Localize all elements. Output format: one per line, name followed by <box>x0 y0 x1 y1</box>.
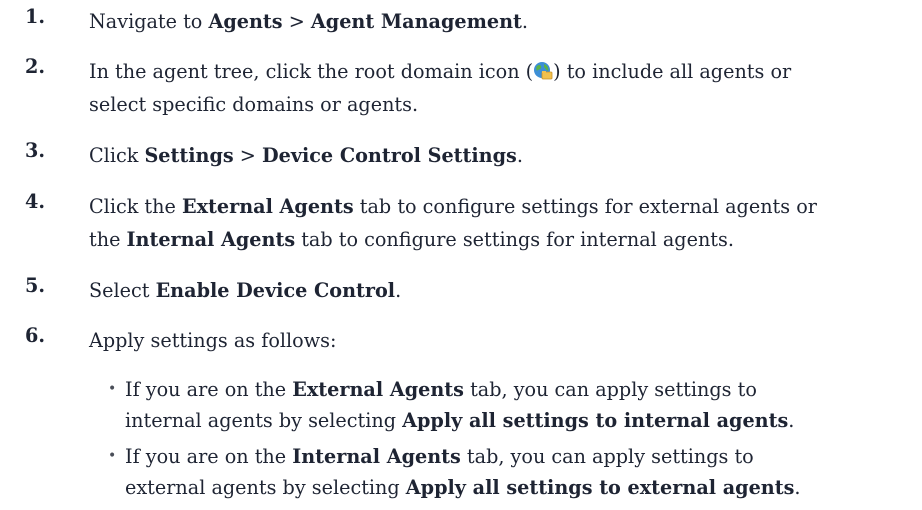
step-number: 6. <box>25 324 46 347</box>
bullet-text: If you are on the External Agents tab, y… <box>125 378 795 432</box>
step-text: In the agent tree, click the root domain… <box>89 60 792 116</box>
step-text: Click the External Agents tab to configu… <box>89 195 817 251</box>
menu-device-control-settings: Device Control Settings <box>261 144 517 167</box>
bullet: • <box>108 381 117 397</box>
option-enable-device-control: Enable Device Control <box>155 279 396 302</box>
step-text: Click Settings > Device Control Settings… <box>89 144 523 167</box>
step-text: Navigate to Agents > Agent Management. <box>89 10 529 33</box>
step-number: 4. <box>25 190 46 213</box>
step-number: 1. <box>25 5 46 28</box>
bullet: • <box>108 448 117 464</box>
menu-agents: Agents <box>208 10 283 33</box>
tab-internal-agents: Internal Agents <box>126 228 296 251</box>
bullet-text: If you are on the Internal Agents tab, y… <box>125 445 801 499</box>
tab-internal-agents: Internal Agents <box>292 445 461 468</box>
menu-agent-management: Agent Management <box>310 10 522 33</box>
step-number: 3. <box>25 139 46 162</box>
option-apply-to-internal: Apply all settings to internal agents <box>402 409 789 432</box>
tab-external-agents: External Agents <box>181 195 354 218</box>
step-number: 2. <box>25 55 46 78</box>
step-text: Apply settings as follows: <box>89 329 337 352</box>
step-number: 5. <box>25 274 46 297</box>
globe-folder-icon <box>534 62 553 80</box>
menu-settings: Settings <box>144 144 234 167</box>
procedure-steps: 1. Navigate to Agents > Agent Management… <box>0 0 922 510</box>
tab-external-agents: External Agents <box>292 378 464 401</box>
option-apply-to-external: Apply all settings to external agents <box>405 476 795 499</box>
step-text: Select Enable Device Control. <box>89 279 402 302</box>
